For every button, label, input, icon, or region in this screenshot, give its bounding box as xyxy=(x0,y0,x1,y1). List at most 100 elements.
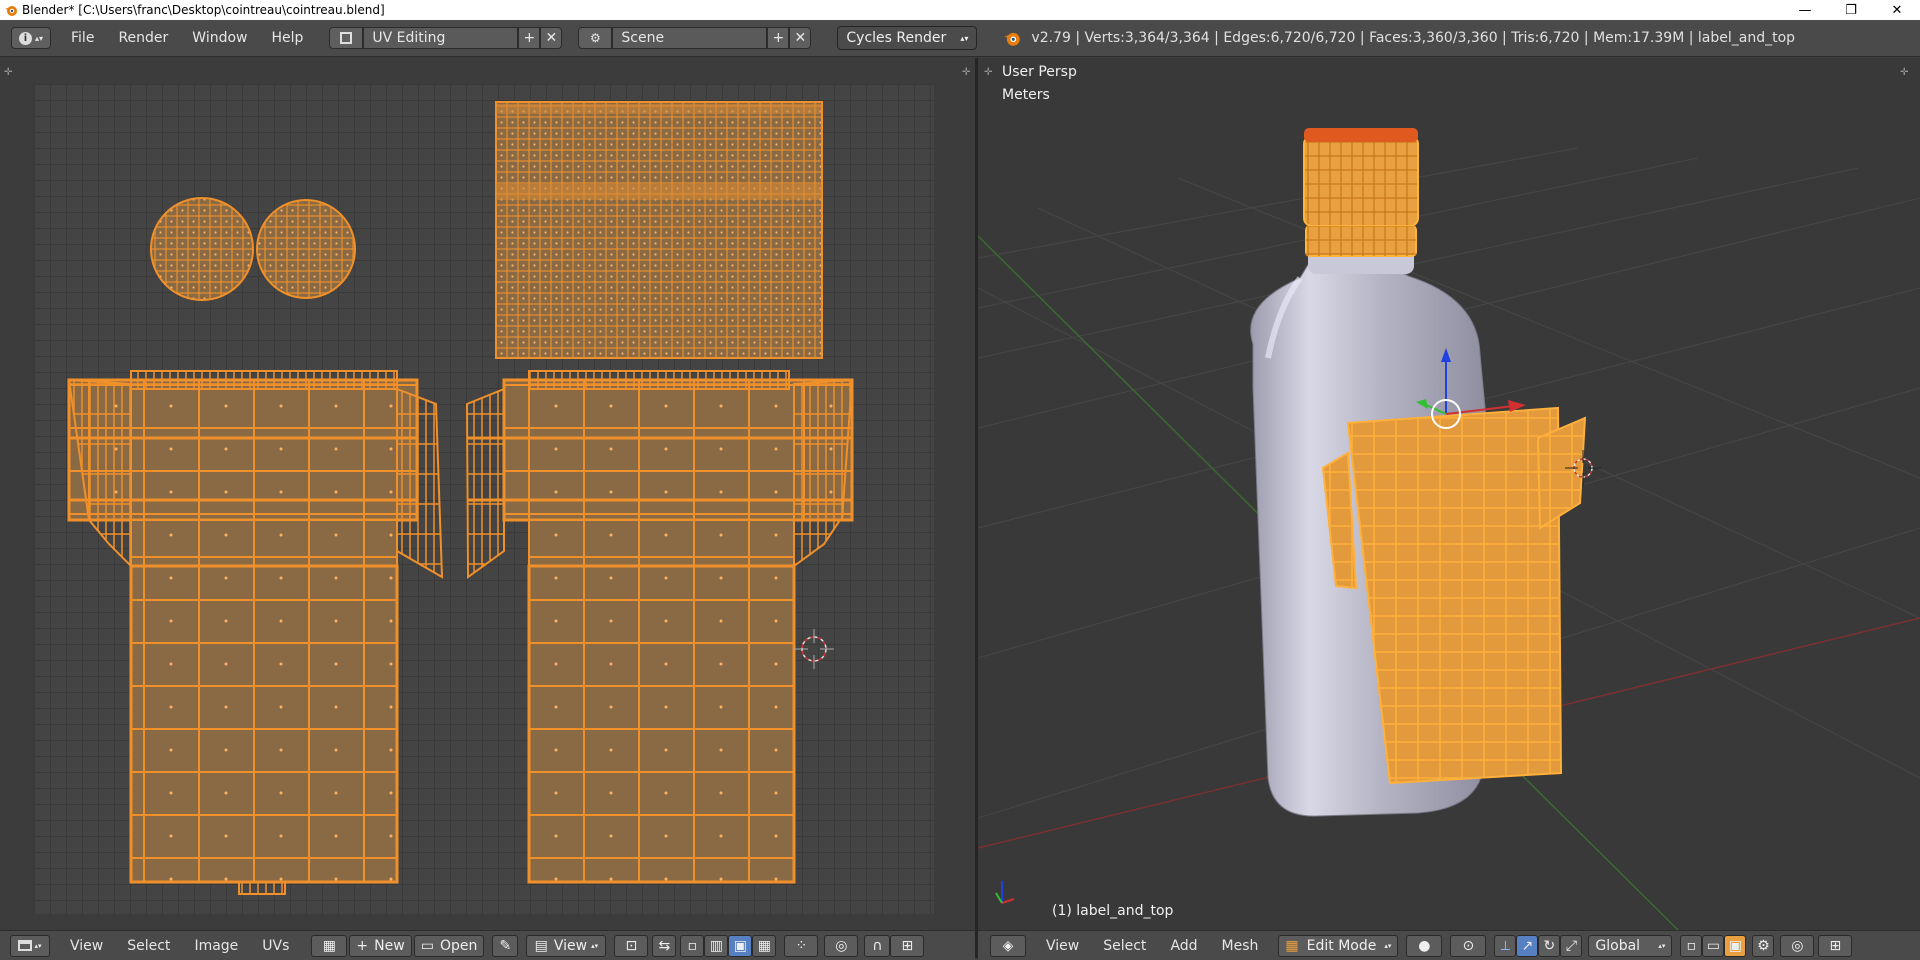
scale-icon: ⤢ xyxy=(1565,937,1578,954)
edge-select-mode-button[interactable]: ▭ xyxy=(1702,934,1725,957)
chevron-updown-icon: ▴▾ xyxy=(591,941,599,950)
close-button[interactable]: ✕ xyxy=(1874,0,1920,20)
menu-render[interactable]: Render xyxy=(106,30,180,46)
viewport-shading-dropdown[interactable]: ● xyxy=(1406,934,1443,957)
x-icon: ✕ xyxy=(545,30,558,46)
mode-label: Edit Mode xyxy=(1306,937,1377,954)
window-title: Blender* [C:\Users\franc\Desktop\cointre… xyxy=(22,3,385,17)
bottle-mesh[interactable] xyxy=(1250,128,1587,817)
active-object-label: (1) label_and_top xyxy=(1052,903,1174,919)
blender-logo-icon xyxy=(1004,32,1021,46)
menu-view[interactable]: View xyxy=(58,938,115,954)
manipulator-toggle-button[interactable]: ⟂ xyxy=(1494,934,1517,957)
snap-element-dropdown[interactable]: ⊞ xyxy=(890,934,925,957)
menu-select[interactable]: Select xyxy=(1091,938,1158,954)
menu-window[interactable]: Window xyxy=(180,30,259,46)
plus-icon: + xyxy=(356,937,369,954)
uv-body-right-island xyxy=(465,370,854,884)
area-corner-icon[interactable]: ✛ xyxy=(962,68,972,78)
uv-grid-canvas[interactable] xyxy=(34,84,934,914)
3d-viewport[interactable]: ✛ ✛ User Persp Meters (1) label_and_top xyxy=(978,58,1920,930)
uv-image-editor[interactable]: ✛ ✛ xyxy=(0,58,975,930)
uv-layout[interactable] xyxy=(34,84,934,914)
face-select-mode-button[interactable]: ▣ xyxy=(1724,934,1747,957)
snap-element-icon: ⊞ xyxy=(901,937,914,954)
scene-name: Scene xyxy=(621,30,665,46)
menu-add[interactable]: Add xyxy=(1158,938,1209,954)
chevron-updown-icon: ▴▾ xyxy=(34,941,42,950)
render-engine-dropdown[interactable]: Cycles Render ▴▾ xyxy=(837,26,978,50)
snap-toggle-button[interactable]: ∩ xyxy=(864,934,891,957)
menu-view[interactable]: View xyxy=(1034,938,1091,954)
pivot-dropdown[interactable]: ⊡ xyxy=(614,934,649,957)
sticky-icon: ⁘ xyxy=(795,937,808,954)
new-image-button[interactable]: + New xyxy=(349,934,412,957)
sync-selection-button[interactable]: ⇆ xyxy=(652,934,677,957)
image-browse-icon: ▦ xyxy=(322,937,337,954)
render-engine-label: Cycles Render xyxy=(846,30,947,46)
editor-type-info-button[interactable]: i ▴▾ xyxy=(11,27,51,49)
open-image-button[interactable]: ▭ Open xyxy=(413,934,485,957)
face-icon: ▣ xyxy=(733,937,747,954)
add-scene-button[interactable]: + xyxy=(767,27,790,49)
mode-dropdown[interactable]: ▦ Edit Mode ▴▾ xyxy=(1278,934,1399,957)
vertex-icon: ▫ xyxy=(687,937,698,954)
edge-select-icon: ▭ xyxy=(1706,937,1721,954)
area-corner-icon[interactable]: ✛ xyxy=(4,68,14,78)
plus-icon: + xyxy=(772,30,785,46)
select-mode-face-button[interactable]: ▣ xyxy=(728,934,753,957)
select-mode-vertex-button[interactable]: ▫ xyxy=(680,934,705,957)
scene-field[interactable]: Scene xyxy=(612,27,768,49)
3d-view-icon: ◈ xyxy=(1002,937,1014,954)
orientation-label: Global xyxy=(1595,937,1641,954)
menu-uvs[interactable]: UVs xyxy=(250,938,301,954)
screen-layout-field[interactable]: UV Editing xyxy=(363,27,519,49)
browse-image-button[interactable]: ▦ xyxy=(311,934,348,957)
select-mode-island-button[interactable]: ▦ xyxy=(752,934,777,957)
translate-icon: ↗ xyxy=(1521,937,1534,954)
sticky-selection-dropdown[interactable]: ⁘ xyxy=(784,934,819,957)
minimize-button[interactable]: — xyxy=(1782,0,1828,20)
pivot-point-dropdown[interactable]: ⊙ xyxy=(1450,934,1487,957)
solid-shading-icon: ● xyxy=(1418,937,1431,954)
menu-help[interactable]: Help xyxy=(259,30,315,46)
scene-icon-button[interactable]: ⚙ xyxy=(578,27,613,49)
proportional-edit-dropdown[interactable]: ◎ xyxy=(1780,934,1815,957)
pivot-icon: ⊙ xyxy=(1462,937,1475,954)
chevron-updown-icon: ▴▾ xyxy=(34,33,44,43)
viewport-scene[interactable] xyxy=(978,58,1920,930)
pin-icon: ✎ xyxy=(499,937,512,954)
face-select-icon: ▣ xyxy=(1728,937,1743,954)
new-label: New xyxy=(374,937,405,954)
transform-orientation-dropdown[interactable]: Global ▴▾ xyxy=(1588,934,1673,957)
editor-type-button[interactable]: ◈ xyxy=(990,934,1026,957)
axis-orientation-gizmo xyxy=(995,881,1015,904)
uv-2d-cursor[interactable] xyxy=(794,629,834,669)
limit-selection-button[interactable]: ⚙ xyxy=(1752,934,1775,957)
restore-button[interactable]: ❐ xyxy=(1828,0,1874,20)
delete-scene-button[interactable]: ✕ xyxy=(789,27,812,49)
manipulator-scale-button[interactable]: ⤢ xyxy=(1560,934,1583,957)
manipulator-translate-button[interactable]: ↗ xyxy=(1516,934,1539,957)
snap-dropdown[interactable]: ⊞ xyxy=(1818,934,1853,957)
screen-layout-icon-button[interactable] xyxy=(329,27,364,49)
add-screen-button[interactable]: + xyxy=(518,27,541,49)
menu-mesh[interactable]: Mesh xyxy=(1210,938,1271,954)
menu-image[interactable]: Image xyxy=(182,938,250,954)
screen-layout-name: UV Editing xyxy=(372,30,446,46)
proportional-edit-dropdown[interactable]: ◎ xyxy=(824,934,859,957)
select-mode-edge-button[interactable]: ▥ xyxy=(704,934,729,957)
menu-select[interactable]: Select xyxy=(115,938,182,954)
blender-logo-icon xyxy=(5,6,17,16)
uv-cap-circles xyxy=(150,197,356,301)
vertex-select-mode-button[interactable]: ▫ xyxy=(1680,934,1703,957)
manipulator-rotate-button[interactable]: ↻ xyxy=(1538,934,1561,957)
pin-image-button[interactable]: ✎ xyxy=(492,934,519,957)
menu-file[interactable]: File xyxy=(59,30,106,46)
info-header: i ▴▾ File Render Window Help UV Editing … xyxy=(0,20,1920,57)
rotate-icon: ↻ xyxy=(1543,937,1556,954)
editor-type-button[interactable]: ▴▾ xyxy=(10,934,50,957)
scene-icon: ⚙ xyxy=(590,31,601,45)
view-mode-dropdown[interactable]: ▤ View ▴▾ xyxy=(526,934,607,957)
delete-screen-button[interactable]: ✕ xyxy=(540,27,563,49)
